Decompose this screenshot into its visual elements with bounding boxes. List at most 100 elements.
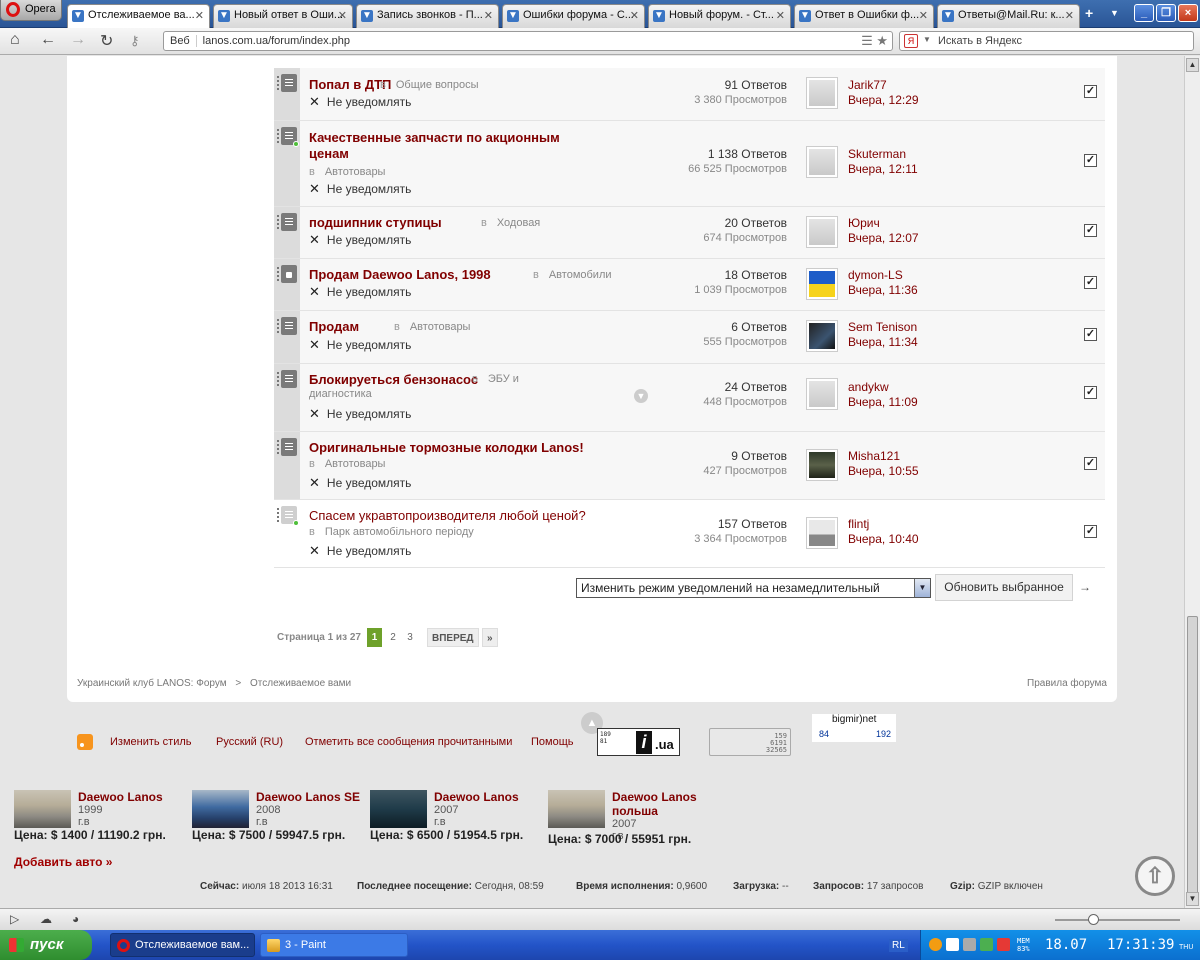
forward-icon[interactable]: → xyxy=(70,31,86,49)
last-poster-link[interactable]: Sem Tenison xyxy=(848,320,918,335)
close-tab-icon[interactable]: ✕ xyxy=(919,9,928,22)
last-poster-link[interactable]: andykw xyxy=(848,380,918,395)
close-tab-icon[interactable]: ✕ xyxy=(630,9,639,22)
forum-link[interactable]: Автотовары xyxy=(325,166,386,178)
scroll-to-top-button[interactable]: ⇧ xyxy=(1135,856,1175,896)
last-page-button[interactable]: » xyxy=(482,628,498,647)
language-indicator[interactable]: RL xyxy=(889,939,908,952)
last-post-date[interactable]: Вчера, 12:11 xyxy=(848,162,918,177)
notify-status[interactable]: ✕ Не уведомлять xyxy=(309,337,411,353)
language-link[interactable]: Русский (RU) xyxy=(216,736,283,748)
last-post-date[interactable]: Вчера, 11:09 xyxy=(848,395,918,410)
tab-list-icon[interactable]: ▼ xyxy=(1110,8,1119,18)
last-poster-link[interactable]: Jarik77 xyxy=(848,78,919,93)
last-post-date[interactable]: Вчера, 12:07 xyxy=(848,231,919,246)
thread-title[interactable]: Спасем укравтопроизводителя любой ценой? xyxy=(309,508,586,524)
scroll-down-icon[interactable]: ▼ xyxy=(1186,892,1199,906)
tab-3[interactable]: ▼ Запись звонков - П... ✕ xyxy=(356,4,499,28)
notify-status[interactable]: ✕ Не уведомлять xyxy=(309,406,411,422)
rss-star-icons[interactable]: ☰ ★ xyxy=(861,33,888,49)
last-poster-link[interactable]: Misha121 xyxy=(848,449,919,464)
close-tab-icon[interactable]: ✕ xyxy=(484,9,493,22)
zoom-slider[interactable] xyxy=(1055,914,1180,925)
change-style-link[interactable]: Изменить стиль xyxy=(110,736,192,748)
breadcrumb-current[interactable]: Отслеживаемое вами xyxy=(250,678,351,689)
replies-count[interactable]: 6 Ответов xyxy=(703,320,787,335)
notify-status[interactable]: ✕ Не уведомлять xyxy=(309,284,411,300)
tray-antivirus-icon[interactable] xyxy=(997,938,1010,951)
thread-select-checkbox[interactable]: ✓ xyxy=(1084,154,1097,167)
car-ad-title[interactable]: Daewoo Lanos xyxy=(78,790,163,804)
search-input[interactable]: Я ▼ Искать в Яндекс xyxy=(899,31,1194,51)
replies-count[interactable]: 9 Ответов xyxy=(703,449,787,464)
forum-link[interactable]: Парк автомобільного періоду xyxy=(325,526,474,538)
close-tab-icon[interactable]: ✕ xyxy=(776,9,785,22)
tab-5[interactable]: ▼ Новый форум. - Ст... ✕ xyxy=(648,4,791,28)
last-post-date[interactable]: Вчера, 12:29 xyxy=(848,93,919,108)
chevron-down-icon[interactable]: ▼ xyxy=(923,35,931,44)
close-icon[interactable]: ✕ xyxy=(309,284,320,299)
start-button[interactable]: пуск xyxy=(0,930,92,960)
scroll-up-icon[interactable]: ▲ xyxy=(1186,58,1199,72)
close-icon[interactable]: ✕ xyxy=(309,406,320,421)
notify-status[interactable]: ✕ Не уведомлять xyxy=(309,94,411,110)
scrollbar-thumb[interactable] xyxy=(1187,616,1198,896)
update-selected-button[interactable]: Обновить выбранное xyxy=(935,574,1073,601)
notify-status[interactable]: ✕ Не уведомлять xyxy=(309,232,411,248)
replies-count[interactable]: 18 Ответов xyxy=(694,268,787,283)
forum-link[interactable]: Общие вопросы xyxy=(396,79,479,91)
last-post-date[interactable]: Вчера, 10:40 xyxy=(848,532,919,547)
avatar[interactable] xyxy=(806,216,838,248)
last-post-date[interactable]: Вчера, 10:55 xyxy=(848,464,919,479)
thread-title[interactable]: Продам Daewoo Lanos, 1998 xyxy=(309,267,491,283)
car-photo[interactable] xyxy=(14,790,71,828)
page-link-2[interactable]: 2 xyxy=(387,628,399,647)
last-post-date[interactable]: Вчера, 11:36 xyxy=(848,283,918,298)
zoom-slider-knob[interactable] xyxy=(1088,914,1099,925)
rss-icon[interactable] xyxy=(77,734,93,750)
last-poster-link[interactable]: flintj xyxy=(848,517,919,532)
thread-title[interactable]: подшипник ступицы xyxy=(309,215,442,231)
forum-link[interactable]: Автотовары xyxy=(410,321,471,333)
car-photo[interactable] xyxy=(370,790,427,828)
avatar[interactable] xyxy=(806,320,838,352)
notify-status[interactable]: ✕ Не уведомлять xyxy=(309,543,411,559)
tab-6[interactable]: ▼ Ответ в Ошибки ф... ✕ xyxy=(794,4,934,28)
thread-select-checkbox[interactable]: ✓ xyxy=(1084,224,1097,237)
thread-title[interactable]: Продам xyxy=(309,319,359,335)
replies-count[interactable]: 24 Ответов xyxy=(703,380,787,395)
car-photo[interactable] xyxy=(548,790,605,828)
address-field[interactable]: Веб lanos.com.ua/forum/index.php ☰ ★ xyxy=(163,31,893,51)
avatar[interactable] xyxy=(806,517,838,549)
tray-network-icon[interactable] xyxy=(980,938,993,951)
tab-1[interactable]: ▼ Отслеживаемое ва... ✕ xyxy=(67,4,210,29)
close-tab-icon[interactable]: ✕ xyxy=(338,9,347,22)
forum-link[interactable]: Ходовая xyxy=(497,217,540,229)
car-ad-title[interactable]: Daewoo Lanos xyxy=(434,790,519,804)
replies-count[interactable]: 1 138 Ответов xyxy=(688,147,787,162)
close-icon[interactable]: ✕ xyxy=(309,181,320,196)
close-icon[interactable]: ✕ xyxy=(309,543,320,558)
avatar[interactable] xyxy=(806,378,838,410)
forum-rules-link[interactable]: Правила форума xyxy=(1027,678,1107,689)
iua-counter[interactable]: 189 81 i .ua xyxy=(597,728,680,756)
close-icon[interactable]: ✕ xyxy=(309,337,320,352)
avatar[interactable] xyxy=(806,268,838,300)
last-poster-link[interactable]: Skuterman xyxy=(848,147,918,162)
close-tab-icon[interactable]: ✕ xyxy=(195,9,204,22)
forum-link[interactable]: ЭБУ и диагностика xyxy=(309,373,519,400)
page-link-3[interactable]: 3 xyxy=(404,628,416,647)
cloud-icon[interactable]: ☁ xyxy=(40,912,52,926)
avatar[interactable] xyxy=(806,449,838,481)
tray-device-icon[interactable] xyxy=(963,938,976,951)
notify-status[interactable]: ✕ Не уведомлять xyxy=(309,475,411,491)
back-icon[interactable]: ← xyxy=(40,31,56,49)
car-ad-title[interactable]: Daewoo Lanos польша xyxy=(612,790,702,818)
bigmir-counter[interactable]: bigmir)net 84 192 xyxy=(812,714,896,742)
thread-title[interactable]: Качественные запчасти по акционным ценам xyxy=(309,130,589,162)
last-poster-link[interactable]: Юрич xyxy=(848,216,919,231)
thread-select-checkbox[interactable]: ✓ xyxy=(1084,386,1097,399)
chevron-down-icon[interactable]: ▼ xyxy=(914,579,930,597)
mark-all-read-link[interactable]: Отметить все сообщения прочитанными xyxy=(305,736,512,748)
tab-2[interactable]: ▼ Новый ответ в Оши... ✕ xyxy=(213,4,353,28)
